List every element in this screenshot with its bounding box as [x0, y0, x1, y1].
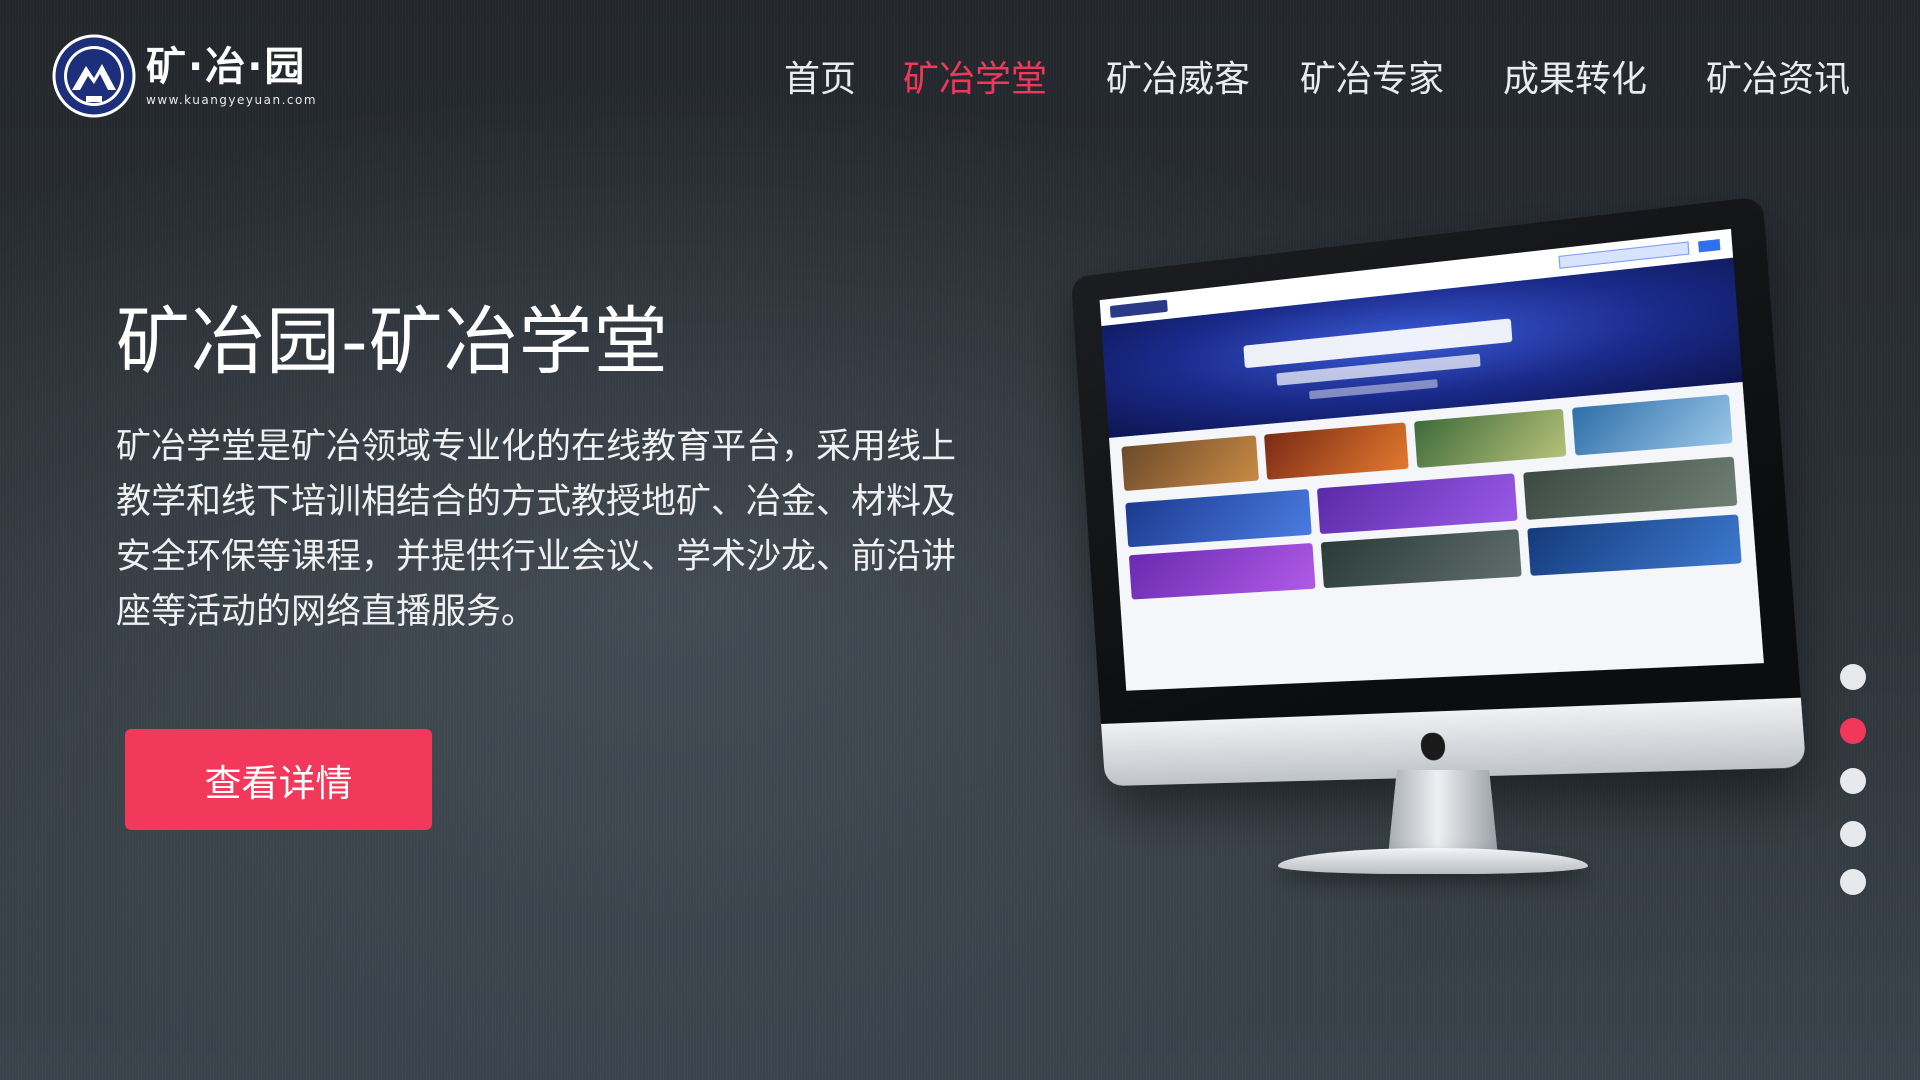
screen-category-tile: [1572, 394, 1733, 455]
apple-icon: [1420, 732, 1446, 760]
hero-title: 矿冶园-矿冶学堂: [116, 282, 669, 389]
monitor-bezel: [1071, 196, 1806, 786]
nav-item-achievements[interactable]: 成果转化: [1503, 50, 1647, 110]
screen-course-card: [1317, 473, 1517, 534]
carousel-dot[interactable]: [1840, 768, 1866, 794]
nav-item-home[interactable]: 首页: [784, 50, 856, 110]
carousel-dot[interactable]: [1840, 821, 1866, 847]
carousel-dot[interactable]: [1840, 664, 1866, 690]
main-nav: 首页 矿冶学堂 矿冶威客 矿冶专家 成果转化 矿冶资讯: [0, 50, 1920, 110]
nav-item-wiki[interactable]: 矿冶威客: [1106, 50, 1250, 110]
screen-banner-caption: [1309, 379, 1438, 399]
screen-course-card: [1523, 457, 1738, 520]
screen-search-button: [1698, 239, 1720, 252]
view-details-button[interactable]: 查看详情: [125, 729, 432, 830]
monitor-illustration: [1088, 276, 1728, 886]
monitor-stand: [1388, 770, 1498, 856]
nav-item-experts[interactable]: 矿冶专家: [1300, 50, 1444, 110]
screen-course-card: [1321, 529, 1521, 588]
carousel-dot-active[interactable]: [1840, 718, 1866, 744]
screen-category-tile: [1414, 409, 1566, 468]
monitor-base: [1278, 848, 1588, 874]
screen-logo: [1110, 300, 1168, 318]
screen-course-card: [1125, 489, 1312, 547]
screen-course-card: [1527, 514, 1742, 576]
monitor-screen: [1100, 229, 1764, 691]
screen-category-tile: [1264, 422, 1409, 479]
nav-item-academy[interactable]: 矿冶学堂: [903, 50, 1047, 110]
carousel-dot[interactable]: [1840, 869, 1866, 895]
nav-item-news[interactable]: 矿冶资讯: [1706, 50, 1850, 110]
screen-course-card: [1129, 543, 1316, 600]
screen-category-tile: [1121, 435, 1259, 491]
hero-description: 矿冶学堂是矿冶领域专业化的在线教育平台，采用线上教学和线下培训相结合的方式教授地…: [116, 420, 966, 640]
